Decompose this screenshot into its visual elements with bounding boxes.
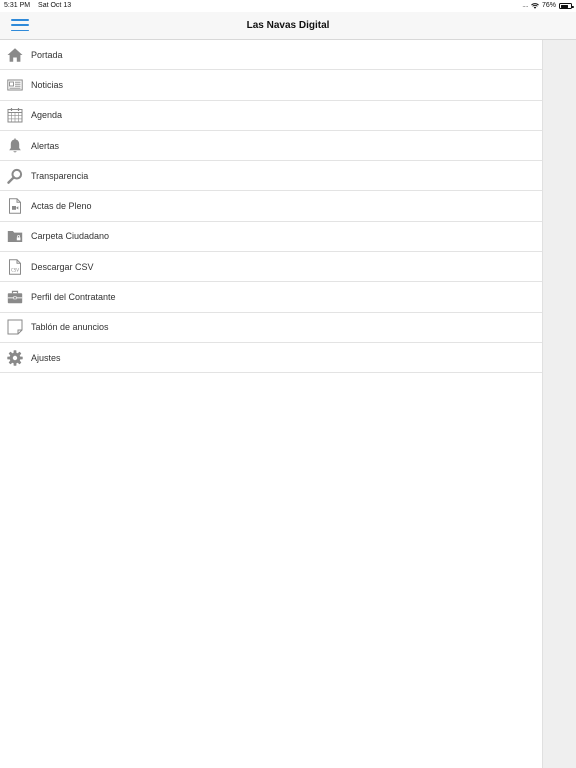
menu-item-label: Actas de Pleno bbox=[31, 201, 92, 212]
menu-item-label: Descargar CSV bbox=[31, 261, 94, 272]
briefcase-icon bbox=[7, 289, 23, 305]
detail-pane bbox=[542, 40, 576, 768]
menu-item-label: Alertas bbox=[31, 140, 60, 151]
menu-item-agenda[interactable]: Agenda bbox=[0, 101, 542, 131]
status-bar: 5:31 PM Sat Oct 13 .... 76% bbox=[0, 0, 576, 12]
menu-item-transparencia[interactable]: Transparencia bbox=[0, 161, 542, 192]
menu-item-label: Perfil del Contratante bbox=[31, 292, 116, 303]
menu-item-label: Carpeta Ciudadano bbox=[31, 231, 110, 242]
menu-item-portada[interactable]: Portada bbox=[0, 40, 542, 71]
status-time: 5:31 PM bbox=[4, 2, 31, 9]
note-icon bbox=[7, 319, 23, 335]
newspaper-icon bbox=[7, 77, 23, 93]
menu-item-label: Transparencia bbox=[31, 170, 89, 181]
wifi-icon bbox=[531, 3, 539, 9]
menu-item-alertas[interactable]: Alertas bbox=[0, 131, 542, 162]
navigation-bar: Las Navas Digital bbox=[0, 12, 576, 40]
menu-item-carpeta-ciudadano[interactable]: Carpeta Ciudadano bbox=[0, 222, 542, 253]
signal-icon: .... bbox=[522, 2, 528, 9]
menu-item-descargar-csv[interactable]: CSV Descargar CSV bbox=[0, 252, 542, 283]
gear-icon bbox=[7, 349, 23, 366]
menu-item-label: Noticias bbox=[31, 79, 64, 90]
home-icon bbox=[7, 47, 23, 63]
calendar-icon bbox=[7, 107, 23, 123]
side-menu: Portada Noticias Agenda Alertas Transpar… bbox=[0, 40, 542, 374]
search-icon bbox=[7, 168, 23, 184]
menu-item-perfil-del-contratante[interactable]: Perfil del Contratante bbox=[0, 282, 542, 313]
menu-item-label: Ajustes bbox=[31, 352, 61, 363]
menu-item-label: Tablón de anuncios bbox=[31, 322, 109, 333]
battery-fill bbox=[560, 4, 569, 8]
menu-item-noticias[interactable]: Noticias bbox=[0, 70, 542, 101]
status-bar-left: 5:31 PM Sat Oct 13 bbox=[4, 0, 71, 12]
menu-item-actas-de-pleno[interactable]: Actas de Pleno bbox=[0, 191, 542, 222]
status-date: Sat Oct 13 bbox=[38, 2, 72, 9]
menu-item-label: Portada bbox=[31, 49, 63, 60]
folder-lock-icon bbox=[7, 228, 23, 244]
battery-percent: 76% bbox=[541, 2, 556, 9]
bell-icon bbox=[7, 138, 23, 154]
battery-icon bbox=[559, 3, 574, 9]
csv-file-icon: CSV bbox=[7, 259, 23, 275]
status-bar-right: .... 76% bbox=[522, 0, 574, 12]
menu-item-ajustes[interactable]: Ajustes bbox=[0, 343, 542, 374]
page-title: Las Navas Digital bbox=[246, 20, 330, 31]
svg-text:CSV: CSV bbox=[11, 267, 19, 272]
video-document-icon bbox=[7, 198, 23, 214]
menu-item-label: Agenda bbox=[31, 110, 63, 121]
menu-item-tablon-de-anuncios[interactable]: Tablón de anuncios bbox=[0, 313, 542, 343]
